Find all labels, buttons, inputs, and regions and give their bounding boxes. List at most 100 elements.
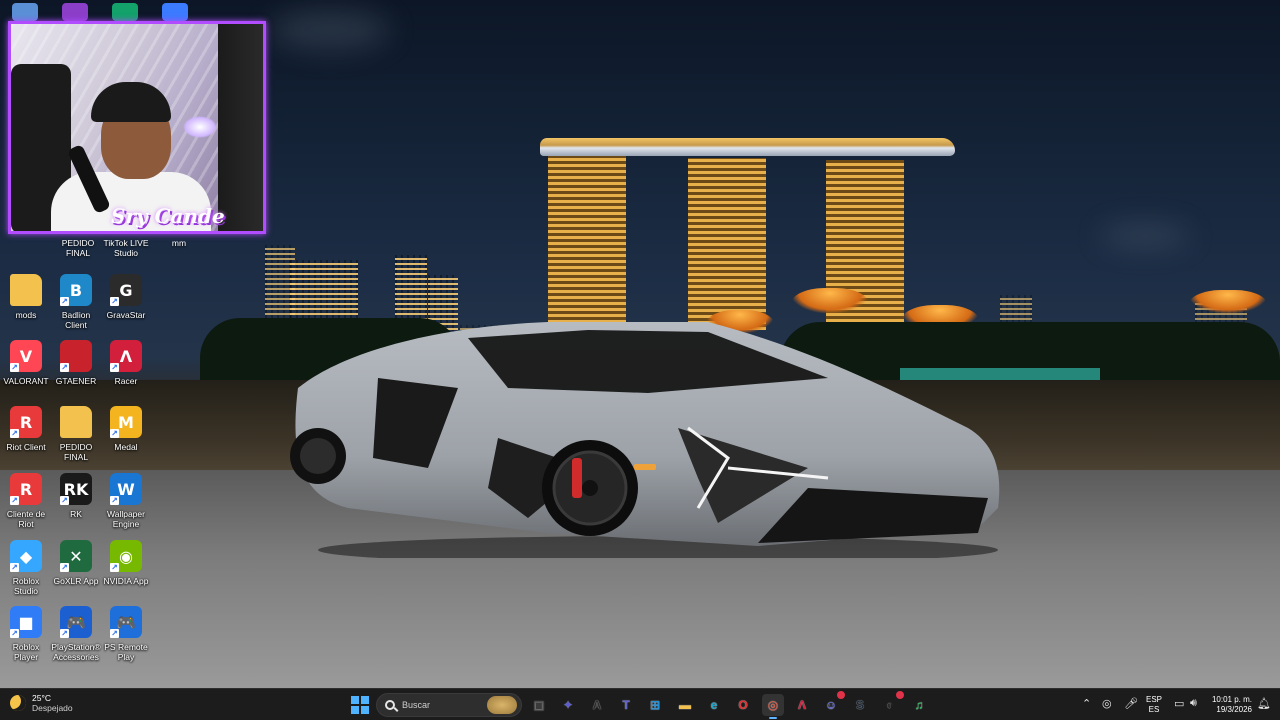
clock[interactable]: 10:01 p. m. 19/3/2026 [1206,695,1252,715]
language-code: ESP [1146,695,1163,704]
desktop-icon-label-partial[interactable]: PEDIDO FINAL [58,238,98,258]
signal-app-icon[interactable] [112,3,138,21]
chrome-taskbar-button[interactable]: ◎ [762,694,784,719]
podcast-app-icon[interactable] [62,3,88,21]
desktop-icon[interactable]: B ↗ Badlion Client [50,274,102,330]
opera-icon: O [738,698,748,712]
playstation-accessories-icon: 🎮 ↗ [60,606,92,638]
settings-app-icon[interactable] [12,3,38,21]
supertree [790,288,870,314]
desktop-icon[interactable]: W ↗ Wallpaper Engine [100,473,152,529]
racer-app-icon: Λ [797,698,806,712]
desktop-icon-label: Cliente de Riot [6,509,46,529]
desktop-icon[interactable]: PEDIDO FINAL [50,406,102,462]
discord-taskbar-button[interactable]: ☺ [820,691,845,716]
app-a-taskbar-button[interactable]: A [586,694,608,716]
shortcut-arrow-icon: ↗ [110,496,119,505]
task-view-taskbar-button[interactable]: ▣ [528,694,550,716]
desktop-icon[interactable]: Λ ↗ Racer [100,340,152,386]
desktop-icon[interactable]: ◆ ↗ Roblox Studio [0,540,52,596]
moon-icon [10,695,26,711]
ps-remote-play-icon: 🎮 ↗ [110,606,142,638]
desktop-icon[interactable]: R ↗ Cliente de Riot [0,473,52,529]
desktop-icon-label: GoXLR App [53,576,99,586]
wallpaper-engine-icon: W ↗ [110,473,142,505]
desktop-icon[interactable]: ◉ ↗ NVIDIA App [100,540,152,586]
desktop-icon[interactable]: G ↗ GravaStar [100,274,152,320]
desktop-icon-label: Badlion Client [61,310,91,330]
desktop-icon-label: GTAENER [55,376,97,386]
desktop-icon[interactable]: 🎮 ↗ PS Remote Play [100,606,152,662]
desktop-icon-label: PlayStation® Accessories [51,642,101,662]
desktop-icon[interactable]: V ↗ VALORANT [0,340,52,386]
shortcut-arrow-icon: ↗ [110,563,119,572]
taskbar-search[interactable]: Buscar [376,693,522,717]
taskbar: 25°C Despejado Buscar ▣ ✦ A T ⊞ ▬ e O ◎ Λ ☺ S ◐ ♫ ⌃ ◎… [0,688,1280,720]
shortcut-arrow-icon: ↗ [10,563,19,572]
start-button[interactable] [351,696,369,714]
opera-taskbar-button[interactable]: O [732,694,754,716]
shortcut-arrow-icon: ↗ [110,363,119,372]
racer-app-taskbar-button[interactable]: Λ [791,694,813,716]
weather-temperature: 25°C [32,693,51,703]
store-icon: ⊞ [649,698,661,712]
network-icon[interactable]: ◎ [1102,697,1112,710]
obs-icon: ◐ [886,698,894,712]
weather-condition: Despejado [32,703,73,713]
store-taskbar-button[interactable]: ⊞ [644,694,666,716]
roblox-studio-icon: ◆ ↗ [10,540,42,572]
webcam-overlay: Sry Cande [8,21,266,234]
task-view-icon: ▣ [533,698,545,712]
desktop-icon[interactable]: M ↗ Medal [100,406,152,452]
desktop-icon-label-partial[interactable]: mm [164,238,194,248]
desktop-icon[interactable]: mods [0,274,52,320]
volume-icon[interactable]: 🔊︎ [1190,697,1197,710]
shortcut-arrow-icon: ↗ [110,297,119,306]
notifications-icon[interactable]: 🔔︎ [1257,697,1271,710]
desktop-icon-label: Roblox Studio [12,576,40,596]
copilot-taskbar-button[interactable]: ✦ [557,694,579,716]
keyboard-layout: ES [1148,705,1160,714]
desktop-icon-label: PS Remote Play [104,642,148,662]
desktop-icon-label: GravaStar [106,310,146,320]
weather-widget[interactable]: 25°C Despejado [10,693,73,713]
desktop-icon-label: Wallpaper Engine [107,509,145,529]
chevron-up-icon[interactable]: ⌃ [1082,697,1091,710]
shortcut-arrow-icon: ↗ [60,496,69,505]
desktop-icon-label: NVIDIA App [103,576,149,586]
display-icon[interactable]: ▭ [1174,697,1184,710]
file-explorer-icon: ▬ [679,698,691,712]
desktop-icon[interactable]: 🎮 ↗ PlayStation® Accessories [50,606,102,662]
folder-icon [10,274,42,306]
edge-taskbar-button[interactable]: e [703,694,725,716]
language-indicator[interactable]: ESP ES [1146,695,1162,715]
desktop-icon-label-partial[interactable]: TikTok LIVE Studio [100,238,152,258]
supercar [290,322,1000,558]
desktop-icon-label: RK [70,509,82,519]
shortcut-arrow-icon: ↗ [60,363,69,372]
shortcut-arrow-icon: ↗ [60,629,69,638]
steam-icon: S [855,698,864,712]
desktop-icon[interactable]: ✕ ↗ GoXLR App [50,540,102,586]
desktop-icon[interactable]: R ↗ Riot Client [0,406,52,452]
bluesky-app-icon[interactable] [162,3,188,21]
desktop-icon[interactable]: ↗ GTAENER [50,340,102,386]
shortcut-arrow-icon: ↗ [60,297,69,306]
spotify-taskbar-button[interactable]: ♫ [908,694,930,716]
shortcut-arrow-icon: ↗ [10,429,19,438]
desktop-icon-label: Medal [114,442,138,452]
cloud [270,10,390,50]
desktop-icon[interactable]: RK ↗ RK [50,473,102,519]
teams-taskbar-button[interactable]: T [615,694,637,716]
desktop-icon-label: mods [15,310,37,320]
desktop-icon[interactable]: ■ ↗ Roblox Player [0,606,52,662]
webcam-overlay-logo: Sry Cande [111,204,225,228]
edge-icon: e [710,698,718,712]
steam-taskbar-button[interactable]: S [849,694,871,716]
desktop-icon-label: Roblox Player [12,642,40,662]
microphone-icon[interactable]: 🎤︎ [1124,697,1138,710]
file-explorer-taskbar-button[interactable]: ▬ [674,694,696,716]
shortcut-arrow-icon: ↗ [10,496,19,505]
obs-taskbar-button[interactable]: ◐ [879,691,904,716]
gravastar-icon: G ↗ [110,274,142,306]
